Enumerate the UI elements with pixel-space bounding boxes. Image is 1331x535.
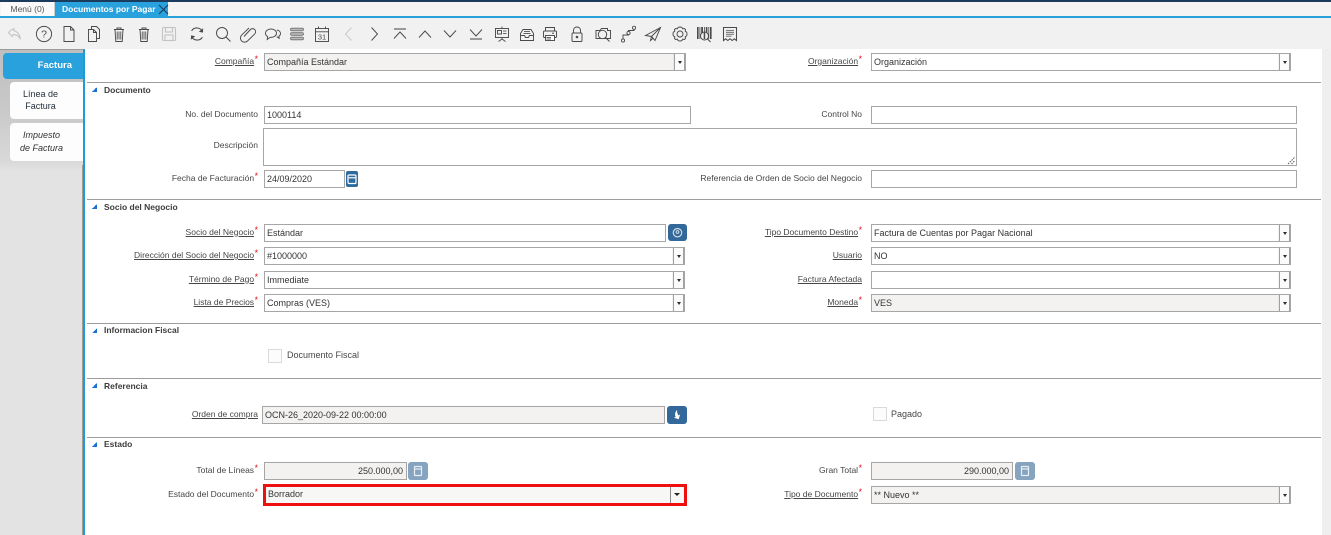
svg-text:31: 31 bbox=[318, 32, 326, 41]
svg-text:?: ? bbox=[41, 28, 47, 40]
